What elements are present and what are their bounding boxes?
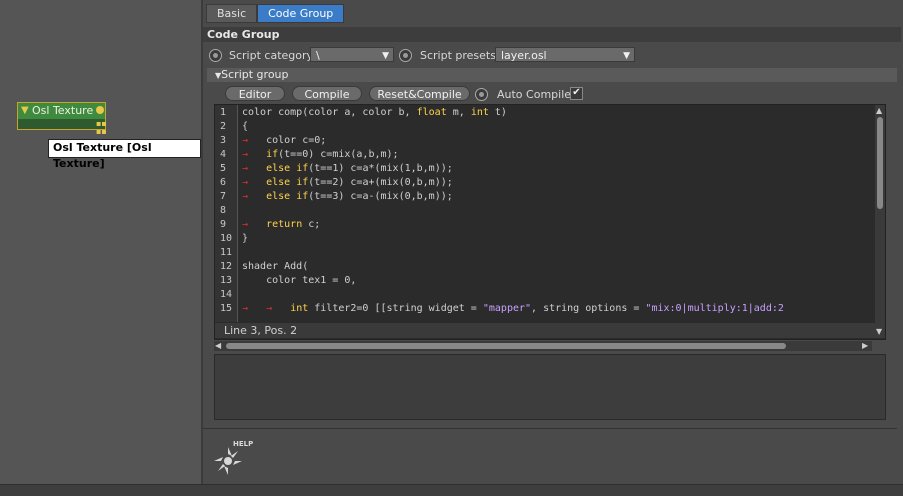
script-group-header[interactable]: ▼Script group: [207, 68, 897, 82]
editor-button[interactable]: Editor: [225, 86, 285, 101]
code-line: → else if(t==3) c=a-(mix(0,b,m));: [242, 191, 453, 202]
script-presets-dropdown[interactable]: layer.osl ▼: [495, 47, 635, 62]
node-editor-canvas[interactable]: ▼ Osl Texture ▪▪ ▪▪ Osl Texture [Osl Text…: [0, 0, 201, 484]
scroll-down-icon[interactable]: ▼: [876, 327, 882, 337]
line-number: 2: [220, 121, 227, 132]
script-category-value: \: [316, 49, 320, 62]
line-number: 6: [220, 177, 227, 188]
auto-compile-label: Auto Compile: [497, 88, 572, 101]
code-line: color tex1 = 0,: [242, 275, 357, 286]
code-line: color comp(color a, color b, float m, in…: [242, 107, 507, 118]
node-title: Osl Texture: [32, 104, 94, 117]
script-presets-value: layer.osl: [501, 49, 547, 62]
line-number: 7: [220, 191, 227, 202]
code-line: → color c=0;: [242, 135, 327, 146]
code-line: → else if(t==1) c=a*(mix(1,b,m));: [242, 163, 453, 174]
node-header[interactable]: ▼ Osl Texture: [18, 103, 105, 119]
attribute-panel: Basic Code Group Code Group Script categ…: [203, 0, 903, 484]
node-body: [18, 119, 105, 129]
horizontal-scroll-thumb[interactable]: [226, 343, 786, 349]
scroll-up-icon[interactable]: ▲: [876, 106, 882, 116]
line-number: 11: [220, 247, 233, 258]
line-number: 4: [220, 149, 227, 160]
tab-basic[interactable]: Basic: [206, 4, 258, 23]
code-line: → if(t==0) c=mix(a,b,m);: [242, 149, 399, 160]
cursor-status: Line 3, Pos. 2: [215, 323, 884, 338]
compile-button[interactable]: Compile: [292, 86, 362, 101]
code-line: → → int filter2=0 [[string widget = "map…: [242, 303, 784, 314]
code-line: → return c;: [242, 219, 321, 230]
code-line: }: [242, 233, 249, 244]
line-number: 15: [220, 303, 233, 314]
expand-triangle-icon: ▼: [215, 71, 222, 80]
script-presets-radio[interactable]: [399, 49, 412, 62]
resize-grip-icon[interactable]: ▪▪ ▪▪: [96, 120, 107, 136]
bottom-status-strip: [0, 484, 903, 496]
help-icon: [214, 447, 242, 475]
horizontal-scrollbar[interactable]: ◀ ▶: [214, 341, 872, 351]
script-category-radio[interactable]: [209, 49, 222, 62]
chevron-down-icon: ▼: [623, 51, 630, 61]
node-tooltip: Osl Texture [Osl Texture]: [48, 139, 201, 170]
auto-compile-radio[interactable]: [475, 88, 488, 101]
chevron-down-icon: ▼: [382, 51, 389, 61]
osl-texture-node[interactable]: ▼ Osl Texture ▪▪ ▪▪: [17, 102, 107, 136]
line-number: 5: [220, 163, 227, 174]
vertical-scroll-thumb[interactable]: [877, 117, 883, 209]
reset-compile-button[interactable]: Reset&Compile: [369, 86, 470, 101]
output-port-icon[interactable]: [96, 106, 104, 114]
line-number: 13: [220, 275, 233, 286]
line-number: 9: [220, 219, 227, 230]
script-group-label: Script group: [221, 68, 289, 81]
script-options-row: Script category \ ▼ Script presets layer…: [207, 46, 897, 64]
tab-bar: Basic Code Group: [206, 4, 345, 23]
code-line: shader Add(: [242, 261, 309, 272]
collapse-triangle-icon[interactable]: ▼: [21, 105, 29, 116]
compile-output-area[interactable]: [214, 354, 886, 420]
section-title: Code Group: [203, 27, 901, 42]
line-number: 10: [220, 233, 233, 244]
script-button-row: Editor Compile Reset&Compile Auto Compil…: [211, 86, 891, 104]
vertical-scrollbar[interactable]: ▲ ▼: [875, 105, 885, 338]
tab-code-group[interactable]: Code Group: [257, 4, 345, 23]
help-button[interactable]: HELP: [211, 440, 253, 475]
code-line: → else if(t==2) c=a+(mix(0,b,m));: [242, 177, 453, 188]
line-number: 3: [220, 135, 227, 146]
script-category-dropdown[interactable]: \ ▼: [310, 47, 394, 62]
scroll-right-icon[interactable]: ▶: [862, 341, 868, 351]
code-editor[interactable]: 1 color comp(color a, color b, float m, i…: [214, 104, 886, 340]
line-number: 14: [220, 289, 233, 300]
script-category-label: Script category: [229, 49, 314, 62]
line-number: 1: [220, 107, 227, 118]
auto-compile-checkbox[interactable]: ✔: [570, 87, 583, 100]
line-number: 12: [220, 261, 233, 272]
code-line: {: [242, 121, 249, 132]
line-number: 8: [220, 205, 227, 216]
scroll-left-icon[interactable]: ◀: [215, 341, 221, 351]
separator: [203, 428, 897, 429]
script-presets-label: Script presets: [420, 49, 496, 62]
